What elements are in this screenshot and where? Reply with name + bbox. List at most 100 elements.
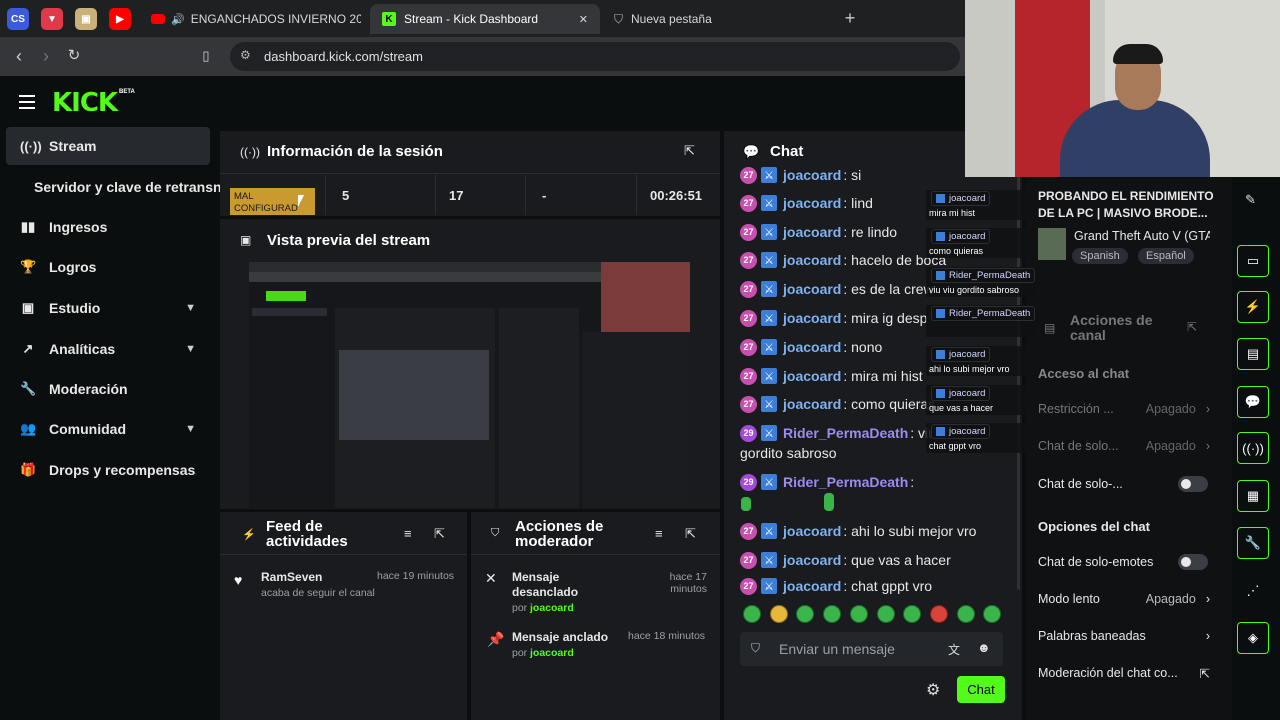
back-icon[interactable]: ‹ — [9, 46, 29, 66]
emote-icon[interactable] — [823, 605, 841, 623]
subs-only-toggle[interactable] — [1178, 476, 1208, 492]
new-tab-button[interactable]: + — [840, 8, 860, 28]
sidebar-item-estudio[interactable]: ▣ Estudio ▼ — [6, 289, 210, 327]
emote-icon — [741, 497, 751, 511]
banned-words-row[interactable]: Palabras baneadas › — [1038, 626, 1210, 646]
chat-message[interactable]: 29 ⚔ Rider_PermaDeath: — [740, 471, 1020, 493]
sidebar-item-moderacion[interactable]: 🔧 Moderación — [6, 370, 210, 408]
emote-icon[interactable] — [850, 605, 868, 623]
pinned-tab-2[interactable]: ▼ — [41, 8, 63, 30]
filter-icon[interactable]: ≡ — [404, 526, 412, 541]
feed-item-desc: acaba de seguir el canal — [261, 587, 375, 599]
sword-icon: ⚔ — [761, 167, 777, 183]
tag-badge[interactable]: Spanish — [1072, 248, 1128, 264]
emoji-picker-icon[interactable]: ☻ — [977, 640, 991, 655]
send-chat-button[interactable]: Chat — [957, 676, 1005, 703]
kick-favicon-icon: K — [382, 12, 396, 26]
forward-icon[interactable]: › — [36, 46, 56, 66]
emote-icon[interactable] — [770, 605, 788, 623]
translate-icon[interactable]: 文 — [948, 641, 960, 658]
chevron-down-icon: ▼ — [185, 423, 196, 435]
stream-preview-panel: ▣ Vista previa del stream — [220, 219, 720, 509]
wrench-icon[interactable]: 🔧 — [1237, 527, 1269, 559]
lightning-icon: ⚡ — [242, 529, 256, 541]
emote-icon[interactable] — [903, 605, 921, 623]
broadcast-icon[interactable]: ((·)) — [1237, 432, 1269, 464]
tag-badge[interactable]: Español — [1138, 248, 1194, 264]
youtube-icon — [151, 14, 165, 24]
sidebar-item-stream[interactable]: ((·)) Stream — [6, 127, 210, 165]
feed-item-user[interactable]: RamSeven — [261, 570, 322, 584]
tab-kick-dashboard[interactable]: K Stream - Kick Dashboard ✕ — [370, 4, 600, 34]
overlay-chat-message: joacoard ahi lo subi mejor vro — [926, 346, 1026, 376]
sidebar-item-analiticas[interactable]: ↗ Analíticas ▼ — [6, 330, 210, 368]
sword-icon: ⚔ — [761, 425, 777, 441]
tab-enganchados[interactable]: 🔊 ENGANCHADOS INVIERNO 2026 — [143, 4, 365, 34]
filter-icon[interactable]: ≡ — [655, 526, 663, 541]
overlay-chat-message: joacoard como quieras — [926, 228, 1026, 258]
message-icon[interactable]: 💬 — [1237, 386, 1269, 418]
people-icon: 👥 — [20, 421, 37, 436]
sidebar-item-comunidad[interactable]: 👥 Comunidad ▼ — [6, 410, 210, 448]
mod-action-user[interactable]: joacoard — [530, 647, 574, 659]
share-icon[interactable]: ⋰ — [1237, 575, 1269, 607]
popout-icon[interactable]: ⇱ — [685, 526, 696, 542]
session-info-title: Información de la sesión — [267, 143, 443, 160]
settings-gear-icon[interactable]: ⚙ — [926, 680, 940, 700]
slow-mode-row[interactable]: Modo lento Apagado › — [1038, 589, 1210, 609]
chat-moderation-row[interactable]: Moderación del chat co... ⇱ — [1038, 663, 1210, 683]
server-icon[interactable]: ▦ — [1237, 480, 1269, 512]
sidebar-item-drops[interactable]: 🎁 Drops y recompensas — [6, 451, 210, 489]
url-field[interactable]: ⚙ dashboard.kick.com/stream — [230, 42, 960, 71]
edit-pencil-icon[interactable]: ✎ — [1245, 192, 1256, 208]
sword-icon: ⚔ — [761, 310, 777, 326]
emotes-only-toggle[interactable] — [1178, 554, 1208, 570]
emote-icon[interactable] — [983, 605, 1001, 623]
emote-icon[interactable] — [743, 605, 761, 623]
popout-icon[interactable]: ⇱ — [1187, 320, 1197, 334]
stream-uptime: 00:26:51 — [650, 188, 703, 203]
pinned-tab-cs[interactable]: CS — [7, 8, 29, 30]
activity-feed-panel: ⚡ Feed de actividades ≡ ⇱ ♥ RamSeven aca… — [220, 512, 467, 720]
emote-icon[interactable] — [877, 605, 895, 623]
chat-message[interactable]: 27 ⚔ joacoard: que vas a hacer — [740, 549, 1020, 571]
pinned-tab-youtube[interactable]: ▶ — [109, 8, 131, 30]
followers-only-row[interactable]: Chat de solo... Apagado › — [1038, 436, 1210, 456]
tab-new-tab[interactable]: ⛉ Nueva pestaña — [606, 4, 826, 34]
trophy-icon: 🏆 — [20, 259, 37, 274]
bookmark-icon[interactable]: ▯ — [196, 46, 216, 66]
emote-icon[interactable] — [796, 605, 814, 623]
stream-video[interactable] — [249, 262, 690, 508]
close-tab-icon[interactable]: ✕ — [579, 13, 588, 26]
tag-icon[interactable]: ◈ — [1237, 622, 1269, 654]
notes-icon[interactable]: ▤ — [1237, 338, 1269, 370]
lightning-icon[interactable]: ⚡ — [1237, 291, 1269, 323]
channel-actions-icon: ▤ — [1044, 321, 1056, 335]
chat-icon: 💬 — [743, 144, 760, 159]
sidebar-item-ingresos[interactable]: ▮▮ Ingresos — [6, 208, 210, 246]
mod-action-user[interactable]: joacoard — [530, 602, 574, 614]
chat-input[interactable]: ⛉ Enviar un mensaje 文 ☻ — [740, 632, 1003, 666]
site-info-icon[interactable]: ⚙ — [240, 48, 251, 62]
mod-actions-title: Acciones de moderador — [515, 518, 604, 550]
chat-message[interactable]: 27 ⚔ joacoard: chat gppt vro — [740, 577, 1020, 595]
broadcast-icon: ((·)) — [240, 145, 260, 159]
reload-icon[interactable]: ↻ — [64, 46, 84, 66]
gift-icon: 🎁 — [20, 462, 37, 477]
game-name[interactable]: Grand Theft Auto V (GTA — [1074, 229, 1210, 243]
sidebar-item-servidor[interactable]: Servidor y clave de retransn — [6, 168, 222, 206]
pin-icon: 📌 — [487, 631, 505, 647]
pinned-tab-3[interactable]: ▣ — [75, 8, 97, 30]
sidebar-item-logros[interactable]: 🏆 Logros — [6, 248, 210, 286]
popout-icon[interactable]: ⇱ — [434, 526, 445, 542]
emote-icon[interactable] — [957, 605, 975, 623]
restriction-row[interactable]: Restricción ... Apagado › — [1038, 399, 1210, 419]
menu-icon[interactable] — [19, 95, 35, 109]
chat-options-heading: Opciones del chat — [1038, 519, 1150, 534]
chat-message[interactable]: 27 ⚔ joacoard: ahi lo subi mejor vro — [740, 520, 1020, 542]
chevron-down-icon: ▼ — [185, 302, 196, 314]
popout-icon[interactable]: ⇱ — [684, 143, 695, 159]
kick-logo[interactable]: KICK — [52, 88, 118, 118]
emote-icon[interactable] — [930, 605, 948, 623]
camera-icon[interactable]: ▭ — [1237, 245, 1269, 277]
